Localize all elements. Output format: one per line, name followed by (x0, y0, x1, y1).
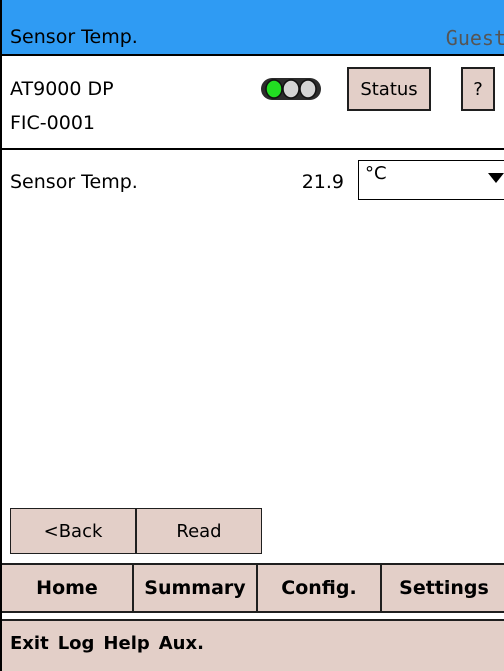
unit-selected-value: °C (365, 163, 387, 184)
status-light-3 (299, 79, 317, 99)
menu-row: Exit Log Help Aux. (10, 633, 213, 654)
parameter-value: 21.9 (301, 171, 344, 193)
menu-bar: Exit Log Help Aux. (2, 619, 504, 671)
title-bar: Sensor Temp. Guest (2, 0, 504, 54)
parameter-label: Sensor Temp. (10, 171, 138, 193)
status-button[interactable]: Status (347, 67, 431, 111)
nav-settings-button[interactable]: Settings (382, 565, 504, 611)
page-title: Sensor Temp. (10, 26, 138, 48)
back-button[interactable]: <Back (10, 508, 136, 554)
divider (2, 148, 504, 150)
device-tag: FIC-0001 (10, 112, 96, 134)
user-label: Guest (445, 26, 504, 50)
menu-log[interactable]: Log (58, 633, 95, 654)
device-model: AT9000 DP (10, 78, 114, 100)
menu-aux[interactable]: Aux. (159, 633, 204, 654)
app-window: Sensor Temp. Guest AT9000 DP FIC-0001 St… (0, 0, 504, 671)
menu-help[interactable]: Help (103, 633, 149, 654)
dropdown-arrow-icon (488, 173, 504, 183)
status-light-2 (282, 79, 300, 99)
nav-config-button[interactable]: Config. (258, 565, 382, 611)
status-lights-icon (261, 78, 321, 100)
help-button[interactable]: ? (461, 67, 495, 111)
read-button[interactable]: Read (136, 508, 262, 554)
menu-exit[interactable]: Exit (10, 633, 49, 654)
nav-home-button[interactable]: Home (2, 565, 134, 611)
nav-bar: Home Summary Config. Settings (2, 563, 504, 613)
unit-dropdown[interactable]: °C (358, 160, 504, 200)
status-light-1 (265, 79, 283, 99)
nav-summary-button[interactable]: Summary (134, 565, 258, 611)
divider (2, 54, 504, 56)
